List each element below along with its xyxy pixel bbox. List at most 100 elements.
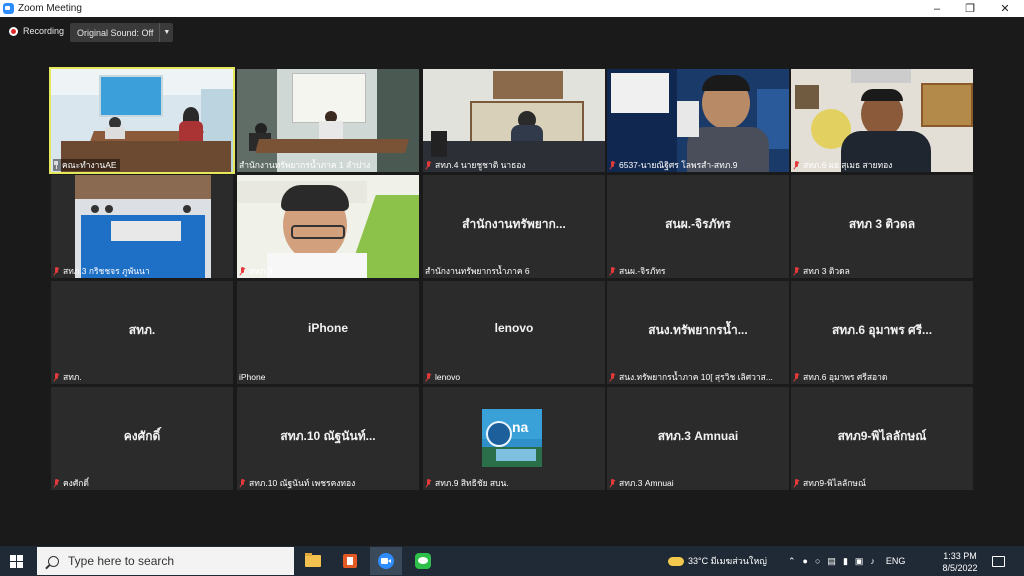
window-title: Zoom Meeting bbox=[18, 3, 82, 14]
avatar: na bbox=[482, 409, 542, 467]
participant-tile[interactable]: สทภ9-พิไลลักษณ์ สทภ9-พิไลลักษณ์ bbox=[791, 387, 973, 490]
muted-mic-icon bbox=[53, 266, 60, 276]
muted-mic-icon bbox=[425, 478, 432, 488]
muted-mic-icon bbox=[53, 372, 60, 382]
muted-mic-icon bbox=[239, 266, 246, 276]
participant-name: สำนักงานทรัพยาก... bbox=[462, 217, 566, 231]
participant-caption: สนผ.-จิรภัทร bbox=[609, 265, 666, 277]
muted-mic-icon bbox=[793, 478, 800, 488]
muted-mic-icon bbox=[793, 160, 800, 170]
participant-tile[interactable]: คงศักดิ์ คงศักดิ์ bbox=[51, 387, 233, 490]
participant-caption: สทภ.9 สิทธิชัย สบน. bbox=[425, 477, 509, 489]
cloud-icon bbox=[668, 556, 684, 566]
recording-label: Recording bbox=[23, 26, 65, 36]
participant-tile[interactable]: สทภ.10 ณัฐนันท์... สทภ.10 ณัฐนันท์ เพชรค… bbox=[237, 387, 419, 490]
participant-tile[interactable]: iPhone iPhone bbox=[237, 281, 419, 384]
participant-caption: สำนักงานทรัพยากรน้ำภาค 1 ลำปาง bbox=[239, 160, 371, 170]
close-button[interactable]: ✕ bbox=[988, 0, 1022, 17]
search-icon bbox=[48, 555, 59, 567]
participant-name: คงศักดิ์ bbox=[123, 429, 161, 443]
taskbar: Type here to search 33°C มีเมฆส่วนใหญ่ ⌃… bbox=[0, 546, 1024, 576]
original-sound-label: Original Sound: Off bbox=[77, 27, 154, 38]
muted-mic-icon bbox=[53, 478, 60, 488]
taskbar-search-box[interactable]: Type here to search bbox=[37, 547, 294, 575]
participant-tile[interactable]: สทภ.3 Amnuai สทภ.3 Amnuai bbox=[607, 387, 789, 490]
recording-indicator[interactable]: Recording bbox=[9, 26, 64, 36]
participant-tile[interactable]: สนง.ทรัพยากรน้ำ... สนง.ทรัพยากรน้ำภาค 10… bbox=[607, 281, 789, 384]
participant-name: สทภ 3 ติวดล bbox=[848, 217, 916, 231]
search-placeholder: Type here to search bbox=[68, 554, 175, 568]
participant-caption: lenovo bbox=[425, 371, 460, 383]
participant-name: สทภ9-พิไลลักษณ์ bbox=[837, 429, 927, 443]
weather-text: 33°C มีเมฆส่วนใหญ่ bbox=[688, 556, 767, 566]
muted-mic-icon bbox=[793, 372, 800, 382]
zoom-app-icon[interactable] bbox=[370, 547, 402, 575]
participant-tile[interactable]: สทภ. สทภ. bbox=[51, 281, 233, 384]
chevron-up-icon[interactable]: ⌃ bbox=[788, 556, 796, 567]
participant-name: สทภ.6 อุมาพร ศรี... bbox=[831, 323, 933, 337]
muted-mic-icon bbox=[425, 372, 432, 382]
participant-tile[interactable]: สำนักงานทรัพยากรน้ำภาค 1 ลำปาง bbox=[237, 69, 419, 172]
participant-name: สนผ.-จิรภัทร bbox=[665, 217, 731, 231]
participant-tile[interactable]: 6537-นายณิฐิศร โลพรสำ-สทภ.9 bbox=[607, 69, 789, 172]
participant-caption: สทภ.3 bbox=[239, 265, 272, 277]
participant-caption: 6537-นายณิฐิศร โลพรสำ-สทภ.9 bbox=[609, 159, 737, 171]
participant-tile[interactable]: สทภ.6 ผอ.สุเมธ สายทอง bbox=[791, 69, 973, 172]
muted-mic-icon bbox=[425, 160, 432, 170]
clock-date: 8/5/2022 bbox=[942, 563, 978, 573]
location-icon[interactable]: ○ bbox=[815, 556, 820, 566]
participant-tile[interactable]: สนผ.-จิรภัทร สนผ.-จิรภัทร bbox=[607, 175, 789, 278]
original-sound-toggle[interactable]: Original Sound: Off ▼ bbox=[70, 23, 174, 42]
battery-icon[interactable]: ▮ bbox=[843, 556, 848, 567]
participant-caption: สทภ.6 อุมาพร ศรีสอาด bbox=[793, 371, 887, 383]
participant-tile[interactable]: สทภ 3 ติวดล สทภ 3 ติวดล bbox=[791, 175, 973, 278]
participant-tile[interactable]: สทภ.3 bbox=[237, 175, 419, 278]
chevron-down-icon[interactable]: ▼ bbox=[159, 23, 173, 42]
file-explorer-icon[interactable] bbox=[297, 547, 329, 575]
participant-caption: คงศักดิ์ bbox=[53, 477, 89, 489]
volume-icon[interactable]: ♪ bbox=[870, 556, 875, 566]
line-app-icon[interactable] bbox=[407, 547, 439, 575]
muted-mic-icon bbox=[609, 372, 616, 382]
weather-widget[interactable]: 33°C มีเมฆส่วนใหญ่ bbox=[668, 546, 767, 576]
participant-caption: สำนักงานทรัพยากรน้ำภาค 6 bbox=[425, 266, 530, 276]
minimize-button[interactable]: – bbox=[920, 0, 954, 17]
participant-caption: สทภ.3 Amnuai bbox=[609, 477, 674, 489]
display-icon[interactable]: ▤ bbox=[827, 556, 836, 567]
pin-icon bbox=[53, 161, 59, 169]
participant-caption: สทภ 3 ติวดล bbox=[793, 265, 850, 277]
participant-name: สทภ. bbox=[128, 323, 156, 337]
participant-tile[interactable]: สทภ.6 อุมาพร ศรี... สทภ.6 อุมาพร ศรีสอาด bbox=[791, 281, 973, 384]
clock-time: 1:33 PM bbox=[943, 551, 977, 561]
participant-caption: คณะทำงานAE bbox=[53, 159, 120, 171]
notification-icon[interactable] bbox=[992, 546, 1005, 576]
participant-caption: สทภ.6 ผอ.สุเมธ สายทอง bbox=[793, 159, 892, 171]
windows-start-icon[interactable] bbox=[10, 555, 23, 568]
system-tray: ⌃ ● ○ ▤ ▮ ▣ ♪ ENG bbox=[788, 546, 905, 576]
network-icon[interactable]: ▣ bbox=[855, 556, 864, 567]
participant-caption: iPhone bbox=[239, 372, 266, 382]
participant-name: iPhone bbox=[307, 321, 348, 335]
language-indicator[interactable]: ENG bbox=[886, 556, 906, 566]
participant-caption: สทภ.10 ณัฐนันท์ เพชรคงทอง bbox=[239, 477, 355, 489]
microphone-icon[interactable]: ● bbox=[803, 556, 808, 566]
participant-name: สทภ.10 ณัฐนันท์... bbox=[280, 429, 376, 443]
muted-mic-icon bbox=[609, 478, 616, 488]
participant-tile[interactable]: สทภ.4 นายชูชาติ นาธอง bbox=[423, 69, 605, 172]
participant-tile[interactable]: สทภ.3 กริชชจร ภูพันนา bbox=[51, 175, 233, 278]
participant-tile[interactable]: na สทภ.9 สิทธิชัย สบน. bbox=[423, 387, 605, 490]
participant-tile[interactable]: คณะทำงานAE bbox=[49, 67, 235, 174]
muted-mic-icon bbox=[609, 160, 616, 170]
office-icon[interactable] bbox=[334, 547, 366, 575]
participant-caption: สทภ. bbox=[53, 371, 82, 383]
muted-mic-icon bbox=[793, 266, 800, 276]
meeting-toolbar: Recording Original Sound: Off ▼ bbox=[0, 17, 1024, 49]
clock[interactable]: 1:33 PM 8/5/2022 bbox=[936, 550, 984, 574]
participant-tile[interactable]: สำนักงานทรัพยาก... สำนักงานทรัพยากรน้ำภา… bbox=[423, 175, 605, 278]
participant-tile[interactable]: lenovo lenovo bbox=[423, 281, 605, 384]
maximize-button[interactable]: ❐ bbox=[953, 0, 987, 17]
record-icon bbox=[9, 26, 18, 36]
participant-caption: สทภ9-พิไลลักษณ์ bbox=[793, 477, 866, 489]
muted-mic-icon bbox=[609, 266, 616, 276]
participant-caption: สทภ.3 กริชชจร ภูพันนา bbox=[53, 265, 150, 277]
